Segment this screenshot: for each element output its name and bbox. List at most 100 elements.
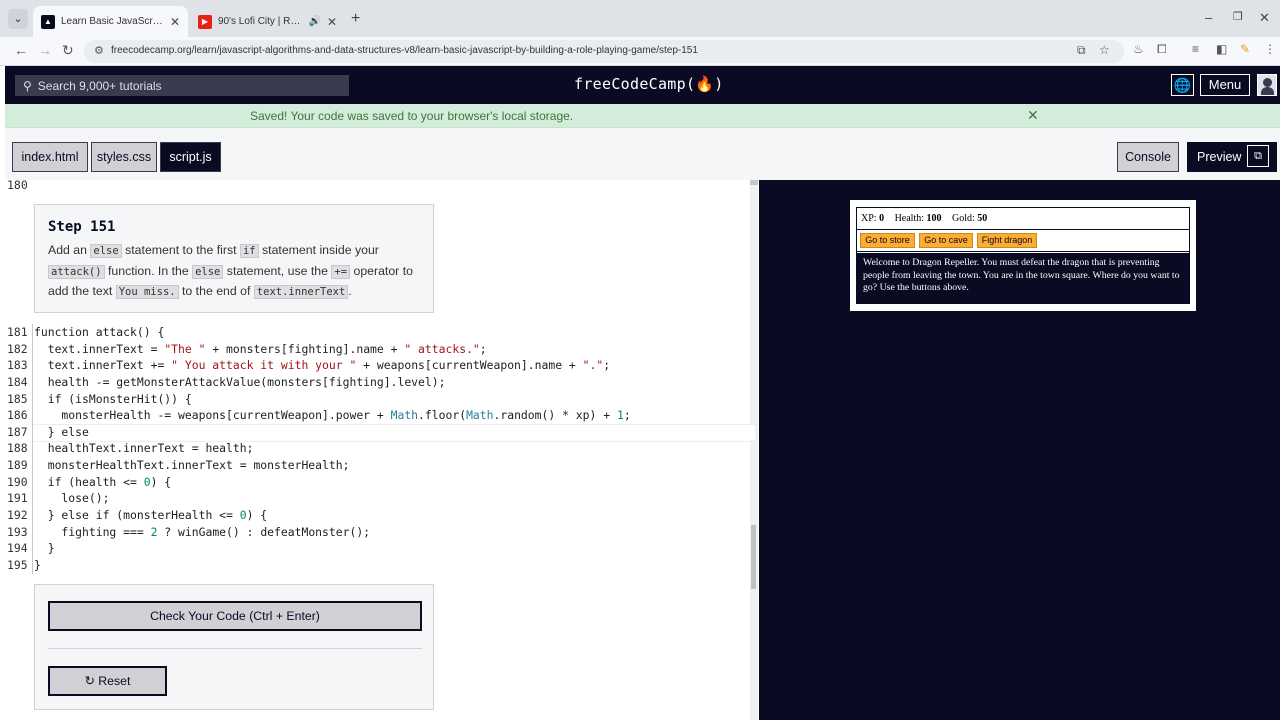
line-number: 190 [7,474,28,489]
code-line[interactable]: 184 health -= getMonsterAttackValue(mons… [5,374,755,391]
tab-script-js[interactable]: script.js [160,142,221,172]
profile-extension-icon[interactable]: ✎ [1240,42,1250,56]
go-to-cave-button[interactable]: Go to cave [919,233,973,248]
inline-code: attack() [48,264,105,279]
url-text: freecodecamp.org/learn/javascript-algori… [111,45,698,56]
code-lines[interactable]: 181 function attack() {182 text.innerText… [5,324,755,574]
address-bar[interactable]: ⚙ freecodecamp.org/learn/javascript-algo… [84,40,1124,63]
inline-code: You miss. [115,285,179,299]
line-number: 181 [7,325,28,339]
inline-code: else [90,244,122,258]
code-line[interactable]: 187 } else [5,423,755,443]
code-text[interactable]: health -= getMonsterAttackValue(monsters… [34,374,446,391]
close-window-icon[interactable]: ✕ [1259,10,1270,26]
tab-styles-css[interactable]: styles.css [91,142,157,172]
scrollbar-top-marker [750,180,758,185]
code-text[interactable]: function attack() { [34,324,164,341]
line-number: 182 [7,341,28,356]
gold-value: 50 [977,213,988,224]
code-text[interactable]: } [34,540,55,557]
new-tab-icon[interactable]: + [351,10,360,28]
code-text[interactable]: lose(); [34,490,109,507]
code-line[interactable]: 195} [5,557,755,574]
reading-list-icon[interactable]: ≡ [1192,42,1199,56]
browser-tab-title: Learn Basic JavaScript by Building [61,16,164,27]
code-line[interactable]: 186 monsterHealth -= weapons[currentWeap… [5,407,755,424]
line-number: 185 [7,391,28,406]
check-code-button[interactable]: Check Your Code (Ctrl + Enter) [48,601,422,631]
freecodecamp-icon: ▲ [41,14,55,29]
code-line[interactable]: 192 } else if (monsterHealth <= 0) { [5,507,755,524]
code-line[interactable]: 188 healthText.innerText = health; [5,440,755,457]
preview-label: Preview [1197,150,1242,164]
youtube-icon: ▶ [198,14,212,29]
step-description: Add an else statement to the first if st… [48,243,413,299]
bookmark-star-icon[interactable]: ☆ [1099,43,1110,57]
browser-tab-title: 90's Lofi City | Rainy Lofi [218,16,302,27]
popout-icon[interactable]: ⧉ [1247,145,1269,167]
save-alert: Saved! Your code was saved to your brows… [5,104,1280,128]
code-text[interactable]: } [34,557,41,574]
fight-dragon-button[interactable]: Fight dragon [977,233,1037,248]
tab-index-html[interactable]: index.html [12,142,88,172]
code-line[interactable]: 181 function attack() { [5,324,755,341]
reset-button[interactable]: ↻ Reset [48,666,167,696]
go-to-store-button[interactable]: Go to store [860,233,915,248]
speaker-icon[interactable]: 🔊 [308,16,320,27]
code-line[interactable]: 194 } [5,540,755,557]
tab-search-icon[interactable]: ⌄ [8,9,28,29]
side-panel-icon[interactable]: ◧ [1216,42,1227,56]
code-line[interactable]: 190 if (health <= 0) { [5,474,755,491]
browser-tab-freecodecamp[interactable]: ▲ Learn Basic JavaScript by Building ✕ [33,6,188,37]
inline-code: text.innerText [253,285,349,299]
code-line[interactable]: 191 lose(); [5,490,755,507]
line-number: 188 [7,441,28,456]
line-number: 191 [7,491,28,506]
puzzle-icon[interactable]: ⧠ [1157,42,1167,57]
line-number: 193 [7,524,28,539]
restore-icon[interactable]: ❐ [1233,10,1243,23]
code-text[interactable]: } else if (monsterHealth <= 0) { [34,507,267,524]
code-text[interactable]: } else [34,424,89,441]
install-icon[interactable]: ⧉ [1077,43,1086,58]
game-controls: Go to store Go to cave Fight dragon [857,230,1189,252]
line-number: 195 [7,557,28,572]
code-line[interactable]: 185 if (isMonsterHit()) { [5,391,755,408]
reload-icon[interactable]: ↻ [62,42,74,59]
indent-guide [32,324,33,574]
code-text[interactable]: monsterHealthText.innerText = monsterHea… [34,457,350,474]
line-number: 184 [7,374,28,389]
close-tab-icon[interactable]: ✕ [170,15,180,29]
health-value: 100 [926,213,942,224]
code-line[interactable]: 183 text.innerText += " You attack it wi… [5,357,755,374]
step-description-box: Step 151 Add an else statement to the fi… [34,204,434,313]
code-text[interactable]: if (isMonsterHit()) { [34,391,192,408]
language-globe-icon[interactable]: 🌐 [1171,74,1194,96]
code-line[interactable]: 189 monsterHealthText.innerText = monste… [5,457,755,474]
search-input[interactable]: ⚲ Search 9,000+ tutorials [15,75,349,96]
code-line[interactable]: 182 text.innerText = "The " + monsters[f… [5,341,755,358]
site-info-icon[interactable]: ⚙ [94,44,104,57]
preview-button[interactable]: Preview ⧉ [1187,142,1277,172]
code-text[interactable]: text.innerText += " You attack it with y… [34,357,610,374]
more-menu-icon[interactable]: ⋮ [1264,42,1276,56]
code-text[interactable]: if (health <= 0) { [34,474,171,491]
extension-icon[interactable]: ♨ [1133,42,1144,56]
close-tab-icon[interactable]: ✕ [327,15,337,29]
forward-icon[interactable]: → [38,42,52,58]
menu-button[interactable]: Menu [1200,74,1250,96]
avatar[interactable] [1257,74,1277,96]
minimize-icon[interactable]: – [1205,10,1212,25]
code-text[interactable]: text.innerText = "The " + monsters[fight… [34,341,487,358]
alert-message: Saved! Your code was saved to your brows… [250,109,574,123]
code-line[interactable]: 193 fighting === 2 ? winGame() : defeatM… [5,524,755,541]
close-icon[interactable]: ✕ [1027,107,1039,124]
browser-tab-youtube[interactable]: ▶ 90's Lofi City | Rainy Lofi 🔊 ✕ [190,6,345,37]
code-text[interactable]: healthText.innerText = health; [34,440,254,457]
console-button[interactable]: Console [1117,142,1179,172]
fcc-logo[interactable]: freeCodeCamp(🔥) [574,75,724,93]
code-text[interactable]: monsterHealth -= weapons[currentWeapon].… [34,407,630,424]
game-container: XP: 0 Health: 100 Gold: 50 Go to store G… [856,207,1190,304]
code-text[interactable]: fighting === 2 ? winGame() : defeatMonst… [34,524,370,541]
back-icon[interactable]: ← [14,42,28,58]
